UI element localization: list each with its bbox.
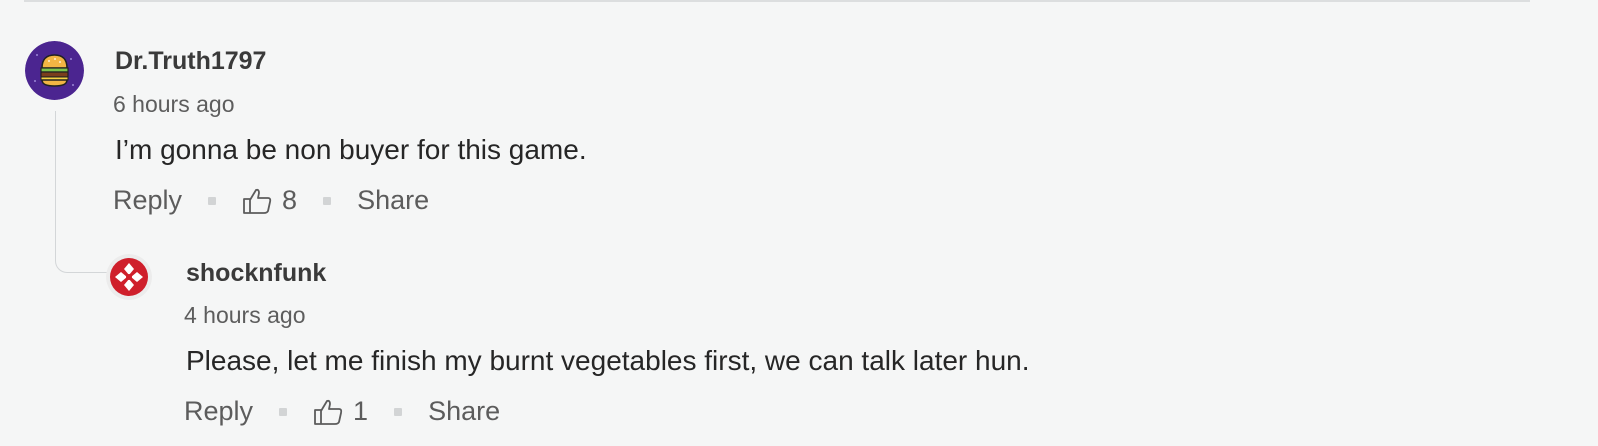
thumbs-up-icon bbox=[314, 399, 343, 425]
thumbs-up-icon bbox=[243, 188, 272, 214]
separator-dot bbox=[208, 196, 217, 205]
timestamp[interactable]: 6 hours ago bbox=[113, 91, 234, 118]
thread-line bbox=[55, 111, 56, 260]
separator-dot bbox=[323, 196, 332, 205]
timestamp[interactable]: 4 hours ago bbox=[184, 302, 305, 329]
thread-connector bbox=[55, 259, 109, 273]
username[interactable]: shocknfunk bbox=[186, 259, 326, 288]
comment-actions: Reply 8 Share bbox=[113, 185, 429, 216]
like-count: 8 bbox=[282, 185, 298, 215]
user-avatar[interactable] bbox=[25, 41, 84, 100]
share-button[interactable]: Share bbox=[357, 185, 429, 216]
comment-text: Please, let me finish my burnt vegetable… bbox=[186, 345, 1030, 376]
burger-icon bbox=[25, 41, 84, 100]
like-count: 1 bbox=[353, 396, 369, 426]
comment-text: I’m gonna be non buyer for this game. bbox=[115, 134, 587, 165]
user-avatar[interactable] bbox=[106, 254, 152, 300]
like-button[interactable]: 1 bbox=[313, 396, 368, 427]
username[interactable]: Dr.Truth1797 bbox=[115, 47, 266, 76]
share-button[interactable]: Share bbox=[428, 396, 500, 427]
separator-dot bbox=[279, 407, 288, 416]
ign-logo-icon bbox=[106, 254, 152, 300]
top-divider bbox=[24, 0, 1530, 2]
separator-dot bbox=[394, 407, 403, 416]
comment-actions: Reply 1 Share bbox=[184, 396, 500, 427]
reply-button[interactable]: Reply bbox=[113, 185, 182, 216]
reply-button[interactable]: Reply bbox=[184, 396, 253, 427]
like-button[interactable]: 8 bbox=[242, 185, 297, 216]
